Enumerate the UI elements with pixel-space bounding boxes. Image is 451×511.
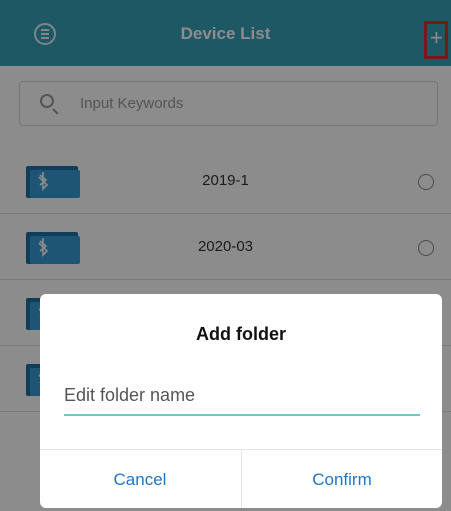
- confirm-button[interactable]: Confirm: [242, 450, 442, 508]
- dialog-title: Add folder: [196, 324, 286, 344]
- cancel-button[interactable]: Cancel: [40, 450, 240, 508]
- device-list-screen: Device List + Input Keywords 2019-1 2020…: [0, 0, 451, 511]
- folder-name-input[interactable]: [64, 378, 420, 416]
- add-folder-dialog: Add folder Cancel Confirm: [40, 294, 442, 508]
